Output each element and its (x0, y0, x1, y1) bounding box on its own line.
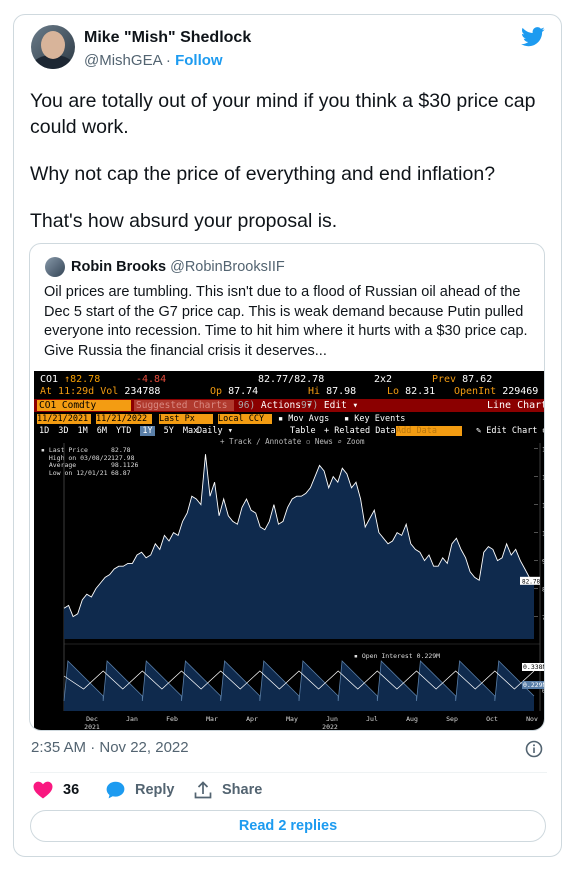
y-tick-label: 120 (542, 474, 544, 482)
oi-legend: ▪ Open Interest 0.229M (354, 652, 441, 660)
tweet-paragraph: That's how absurd your proposal is. (30, 210, 338, 232)
x-tick-label: Apr (246, 715, 258, 723)
author-handle[interactable]: @MishGEA (84, 52, 162, 69)
x-tick-label: Mar (206, 715, 218, 723)
x-tick-label: Jul (366, 715, 378, 723)
quoted-author: Robin Brooks @RobinBrooksIIF (71, 259, 285, 275)
x-year-label: 2022 (322, 723, 338, 731)
tweet-paragraph: Why not cap the price of everything and … (30, 163, 496, 185)
x-tick-label: Sep (446, 715, 458, 723)
author-handle-row: @MishGEA · Follow (84, 52, 223, 69)
follow-button[interactable]: Follow (175, 52, 223, 69)
like-count: 36 (63, 782, 80, 798)
reply-button[interactable]: Reply (106, 781, 175, 799)
quoted-tweet[interactable]: Robin Brooks @RobinBrooksIIF Oil prices … (29, 243, 545, 731)
price-tag-label: 82.78 (522, 578, 540, 585)
y-tick-label: 80 (542, 586, 544, 594)
x-tick-label: Oct (486, 715, 498, 723)
x-year-label: 2021 (84, 723, 100, 731)
quoted-avatar (45, 257, 65, 277)
heart-icon (33, 781, 53, 799)
tweet-text: You are totally out of your mind if you … (30, 88, 550, 255)
info-icon[interactable] (525, 740, 543, 758)
oi-area (64, 661, 534, 711)
oi-tick-label: 0.2M (542, 688, 544, 695)
share-label: Share (222, 782, 263, 798)
y-tick-label: 90 (542, 558, 544, 566)
reply-bubble-icon (106, 781, 125, 799)
read-replies-button[interactable]: Read 2 replies (30, 810, 546, 842)
y-tick-label: 100 (542, 530, 544, 538)
quoted-handle: @RobinBrooksIIF (170, 259, 285, 275)
share-button[interactable]: Share (194, 781, 262, 799)
x-tick-label: Jan (126, 715, 138, 723)
reply-label: Reply (135, 782, 175, 798)
x-tick-label: Dec (86, 715, 98, 723)
quoted-text: Oil prices are tumbling. This isn't due … (44, 284, 528, 359)
price-chart-svg: 13012011010090807082.780.4M0.2MDecJanFeb… (63, 443, 544, 731)
x-tick-label: Nov (526, 715, 538, 723)
x-tick-label: Jun (326, 715, 338, 723)
quoted-name: Robin Brooks (71, 259, 167, 275)
x-tick-label: Aug (406, 715, 418, 723)
oi-tag-2: 0.229M (522, 681, 544, 689)
x-tick-label: Feb (166, 715, 178, 723)
twitter-bird-icon[interactable] (521, 27, 545, 47)
oi-legend-text: Open Interest 0.229M (361, 652, 441, 660)
author-avatar[interactable] (31, 25, 75, 69)
tweet-timestamp[interactable]: 2:35 AM · Nov 22, 2022 (31, 739, 189, 756)
author-name[interactable]: Mike "Mish" Shedlock (84, 29, 251, 47)
y-tick-label: 70 (542, 614, 544, 622)
price-area (64, 454, 534, 639)
like-button[interactable]: 36 (33, 781, 79, 799)
y-tick-label: 130 (542, 446, 544, 454)
x-tick-label: May (286, 715, 298, 723)
tweet-paragraph: You are totally out of your mind if you … (30, 90, 536, 138)
oi-tag-1: 0.338M (522, 663, 544, 671)
share-icon (194, 781, 212, 799)
y-tick-label: 110 (542, 502, 544, 510)
bloomberg-chart-image[interactable]: CO1 ↑82.78 -4.84 82.77/82.78 2x2 Prev 87… (34, 371, 544, 731)
footer-divider (30, 772, 547, 773)
